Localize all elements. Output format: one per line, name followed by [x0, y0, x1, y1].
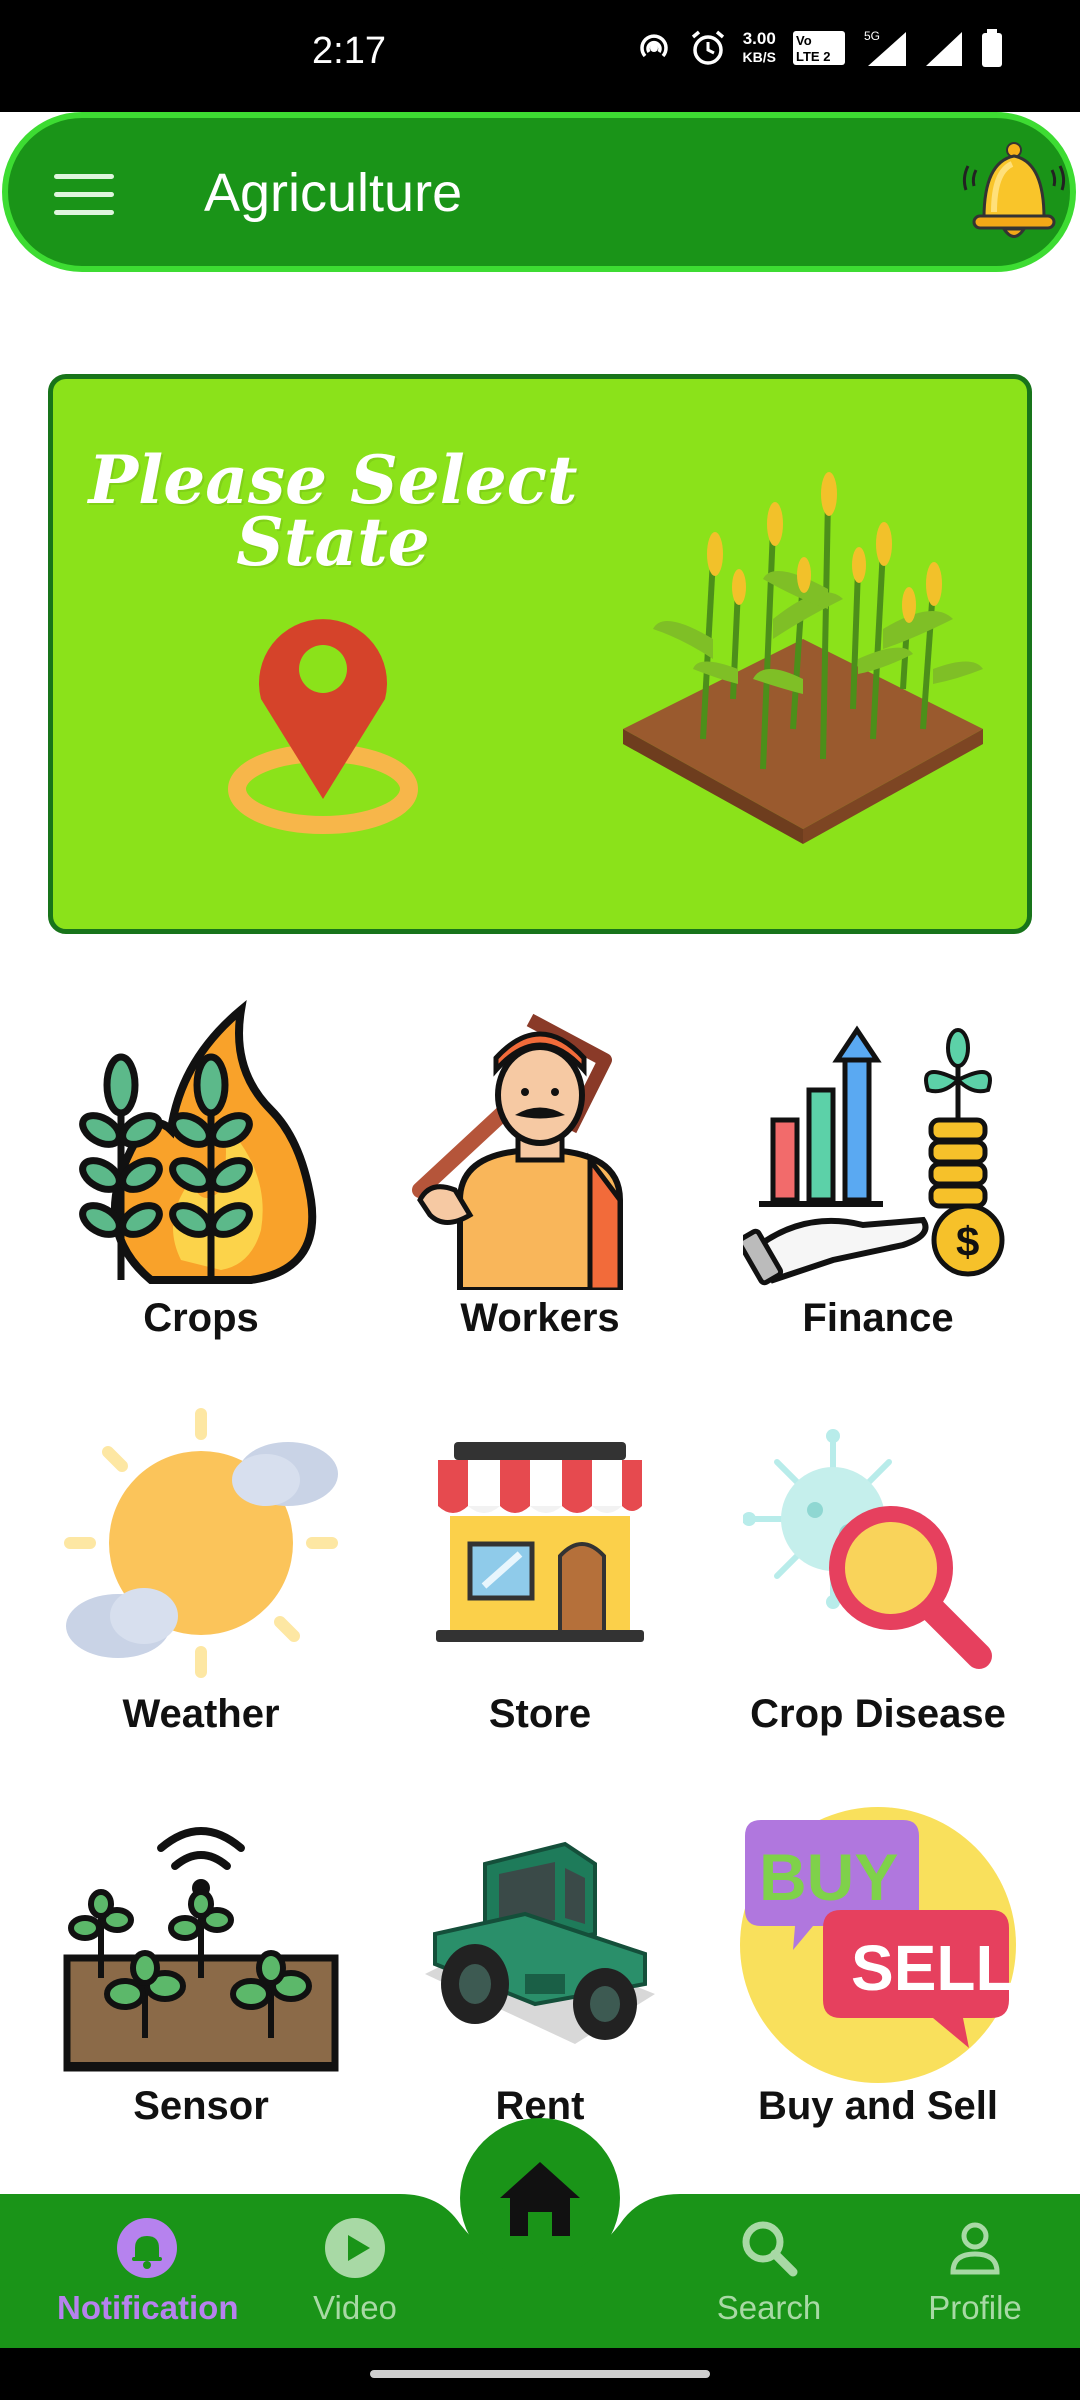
status-icons: 3.00 KB/S Vo LTE 2 5G [635, 28, 1004, 68]
network-speed: 3.00 KB/S [743, 30, 776, 66]
network-speed-value: 3.00 [742, 29, 776, 48]
bell-icon[interactable] [954, 132, 1074, 252]
signal-5g-icon: 5G [864, 29, 906, 66]
tile-label: Finance [802, 1296, 954, 1340]
status-bar: 2:17 3.00 KB/S Vo LTE 2 5G [0, 0, 1080, 112]
nav-label: Video [313, 2289, 397, 2326]
buy-sell-icon: BUY SELL [740, 1807, 1016, 2083]
svg-text:5G: 5G [864, 29, 880, 43]
tile-crops[interactable]: Crops [36, 1000, 366, 1340]
menu-button[interactable] [54, 174, 114, 218]
tractor-icon [425, 1841, 655, 2044]
hamburger-icon [54, 174, 114, 179]
location-pin-icon [228, 619, 418, 834]
nav-video[interactable]: Video [265, 2218, 445, 2327]
nav-profile[interactable]: Profile [885, 2218, 1065, 2327]
svg-text:BUY: BUY [759, 1840, 898, 1914]
finance-icon: $ [743, 1025, 1005, 1286]
battery-icon [982, 29, 1002, 67]
signal-icon [926, 32, 962, 66]
gesture-handle[interactable] [370, 2370, 710, 2378]
select-state-banner[interactable]: Please Select State [48, 374, 1032, 934]
tile-rent[interactable]: Rent [375, 1794, 705, 2128]
tile-weather[interactable]: Weather [36, 1400, 366, 1736]
weather-icon [64, 1408, 338, 1678]
banner-text-line1: Please Select [88, 441, 578, 519]
tile-buy-and-sell[interactable]: BUY SELL Buy and Sell [713, 1794, 1043, 2128]
tile-finance[interactable]: $ Finance [713, 1000, 1043, 1340]
alarm-icon [691, 30, 724, 65]
hotspot-icon [639, 34, 668, 58]
svg-text:SELL: SELL [851, 1932, 1015, 2004]
svg-text:Vo: Vo [796, 33, 812, 48]
home-icon [500, 2162, 580, 2236]
app-bar: Agriculture [2, 112, 1076, 272]
bell-icon [117, 2218, 177, 2278]
sensor-icon [63, 1827, 339, 2072]
tile-sensor[interactable]: Sensor [36, 1794, 366, 2128]
nav-label: Profile [928, 2289, 1022, 2326]
tile-label: Crop Disease [750, 1692, 1006, 1736]
play-icon [325, 2218, 385, 2278]
nav-notification[interactable]: Notification [57, 2218, 239, 2327]
tile-crop-disease[interactable]: Crop Disease [713, 1400, 1043, 1736]
svg-text:LTE 2: LTE 2 [796, 49, 830, 64]
status-time: 2:17 [312, 30, 386, 72]
svg-text:$: $ [956, 1218, 979, 1265]
nav-label: Notification [57, 2289, 239, 2326]
tile-label: Store [488, 1692, 592, 1736]
tile-label: Buy and Sell [757, 2084, 999, 2128]
tile-label: Weather [122, 1692, 280, 1736]
home-button[interactable] [460, 2118, 620, 2278]
search-icon [742, 2221, 798, 2277]
crop-disease-icon [743, 1429, 992, 1669]
nav-search[interactable]: Search [679, 2218, 859, 2327]
tile-workers[interactable]: Workers [375, 1000, 705, 1340]
banner-text-line2: State [236, 503, 430, 581]
tile-store[interactable]: Store [375, 1400, 705, 1736]
store-icon [436, 1442, 644, 1642]
tile-label: Crops [143, 1296, 259, 1340]
network-speed-unit: KB/S [742, 49, 776, 65]
volte-icon: Vo LTE 2 [793, 31, 845, 65]
farmer-icon [412, 1013, 623, 1290]
tile-label: Sensor [133, 2084, 269, 2128]
crop-field-icon [623, 472, 983, 844]
page-title: Agriculture [204, 163, 463, 223]
nav-label: Search [716, 2289, 822, 2326]
profile-icon [950, 2222, 1000, 2275]
banner-text: Please Select State [83, 441, 583, 581]
crops-fire-icon [79, 1000, 317, 1284]
tile-label: Workers [460, 1296, 620, 1340]
